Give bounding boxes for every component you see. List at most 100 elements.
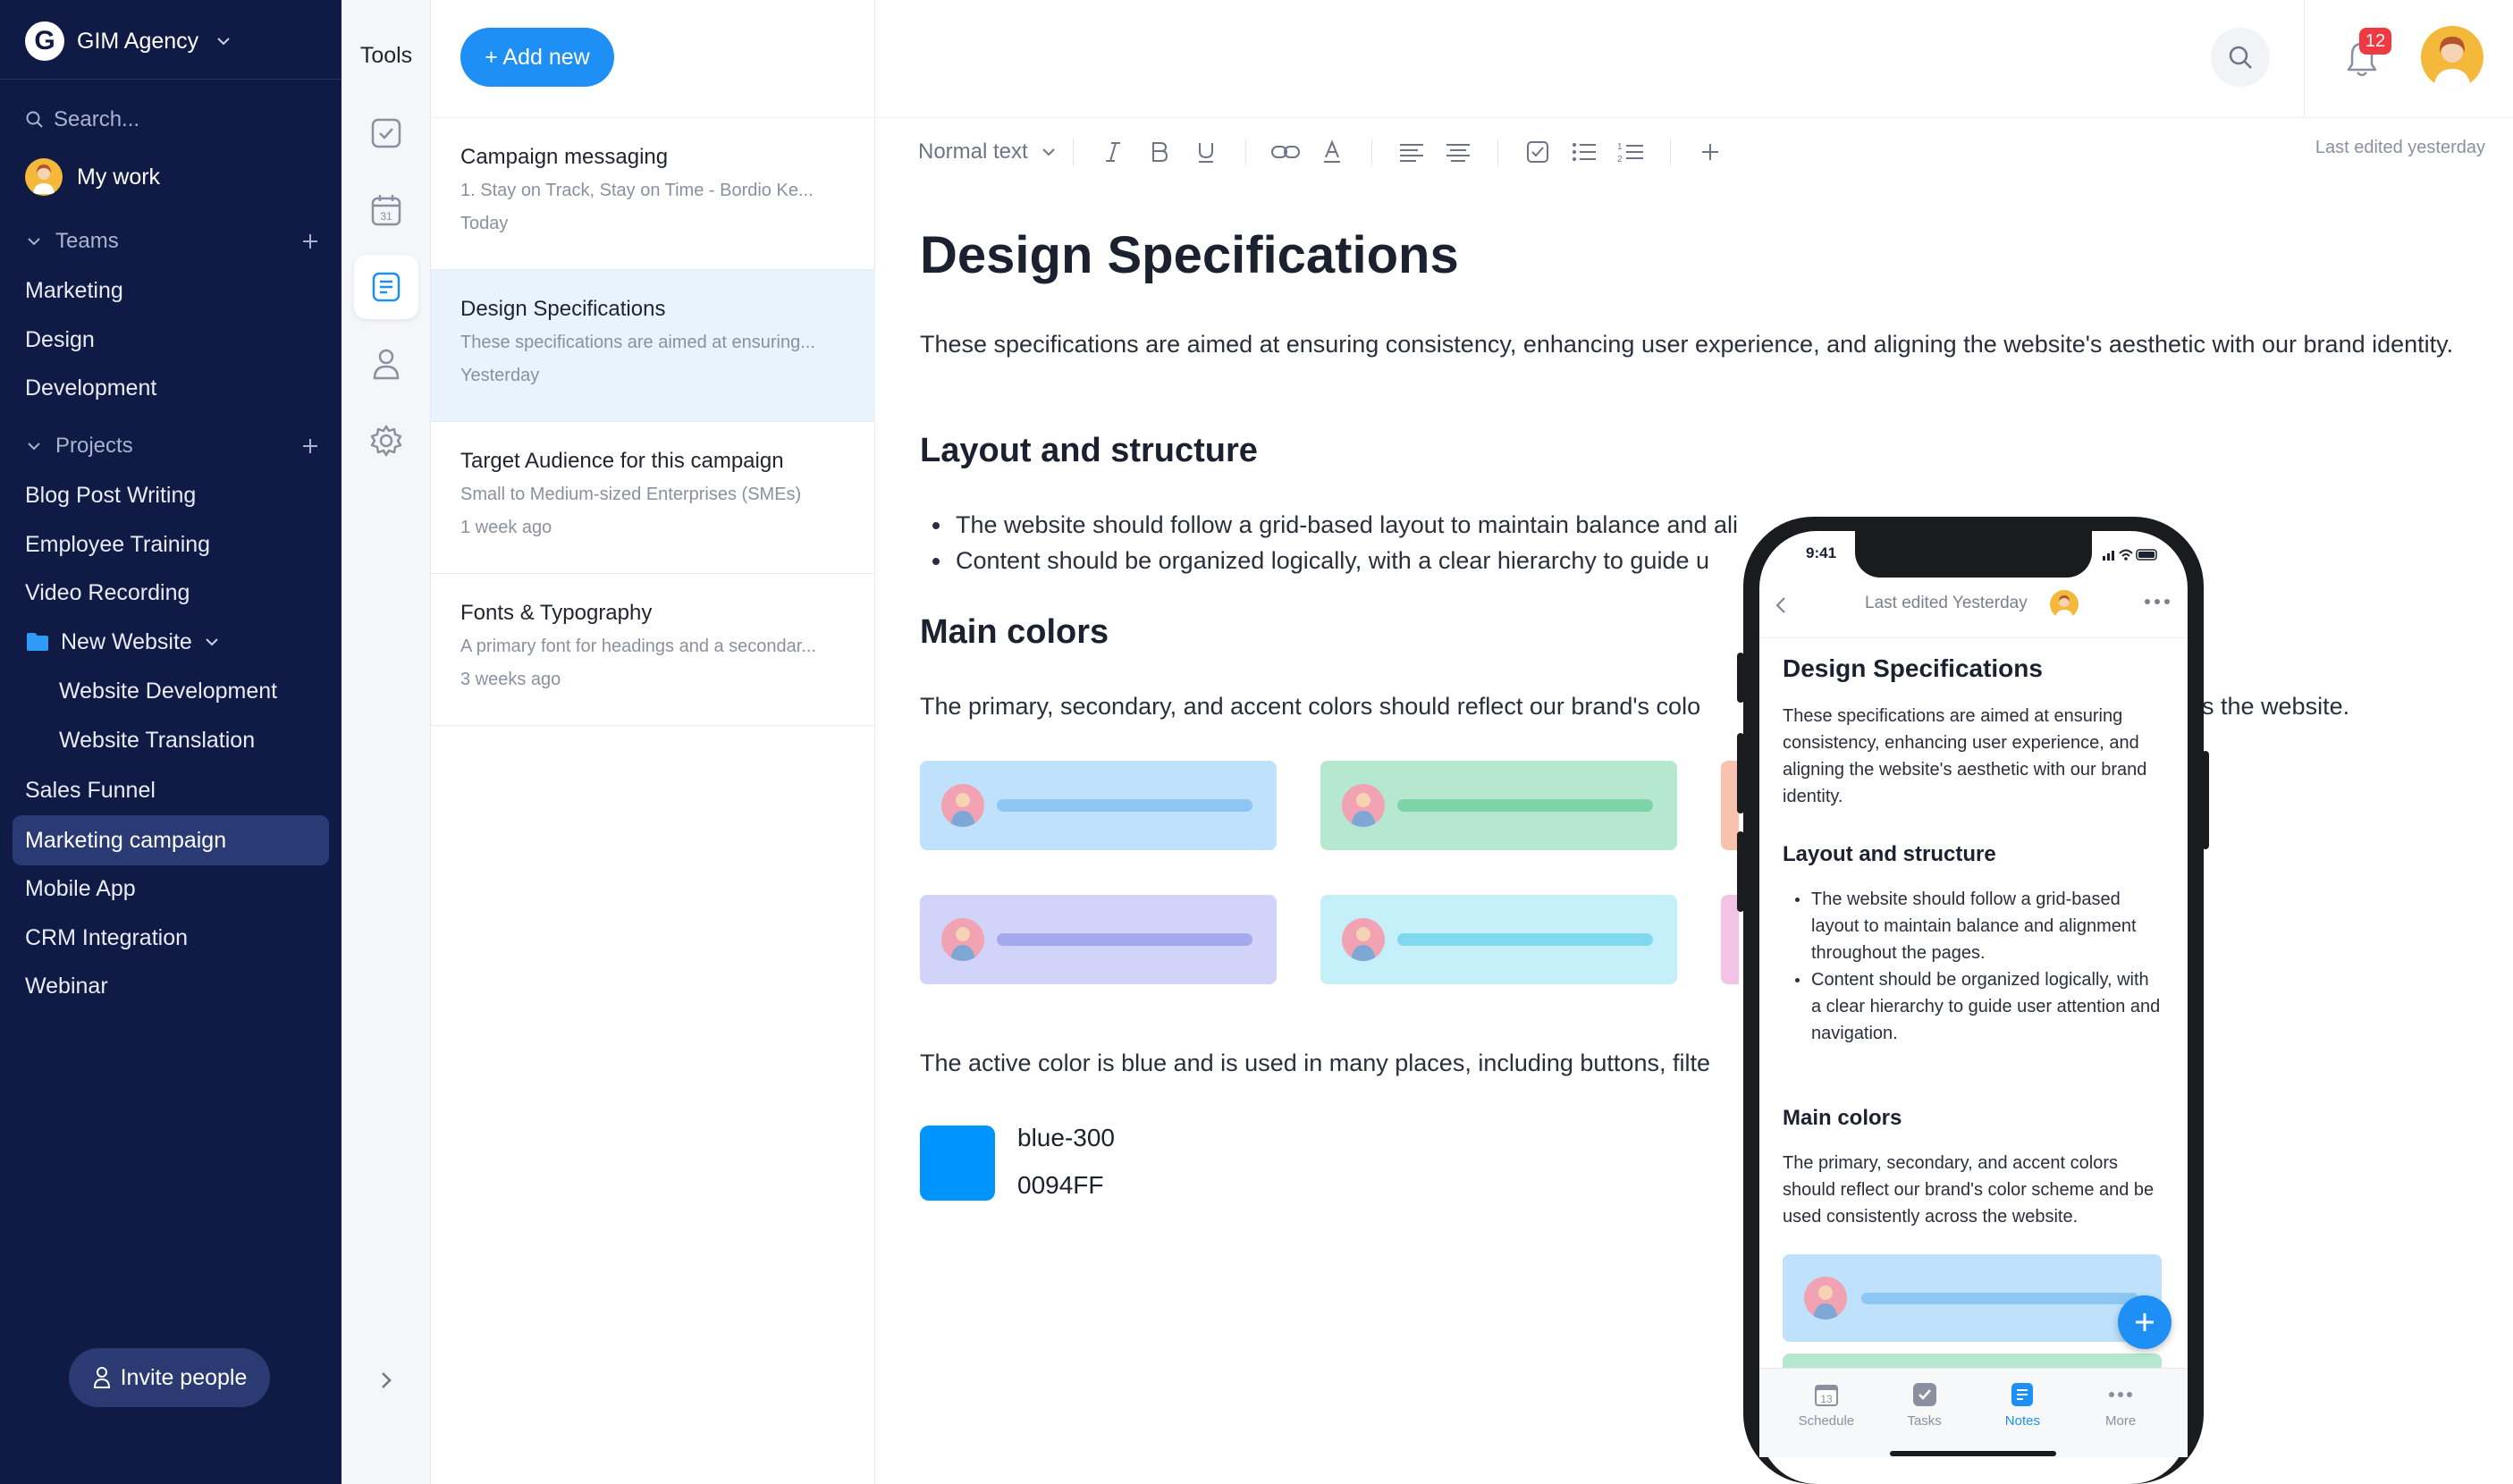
chevron-down-icon xyxy=(206,638,218,646)
underline-icon xyxy=(1198,143,1213,163)
numbered-list-button[interactable]: 12 xyxy=(1615,136,1647,168)
add-new-button[interactable]: + Add new xyxy=(460,28,614,87)
bullet-list[interactable]: The website should follow a grid-based l… xyxy=(920,507,1738,578)
note-item-selected[interactable]: Design Specifications These specificatio… xyxy=(431,270,875,422)
tasks-tool-button[interactable] xyxy=(354,101,418,165)
note-snippet: Small to Medium-sized Enterprises (SMEs) xyxy=(460,485,802,504)
text-color-button[interactable] xyxy=(1316,136,1348,168)
sidebar-item-video-recording[interactable]: Video Recording xyxy=(25,575,190,611)
chevron-left-icon xyxy=(1775,597,1785,613)
link-button[interactable] xyxy=(1269,136,1302,168)
chevron-down-icon xyxy=(28,238,40,246)
workspace-switcher[interactable]: G GIM Agency xyxy=(25,21,232,61)
notes-tool-button[interactable] xyxy=(354,255,418,319)
sidebar-item-sales-funnel[interactable]: Sales Funnel xyxy=(25,772,156,808)
align-left-button[interactable] xyxy=(1396,136,1428,168)
add-team-icon[interactable] xyxy=(300,232,320,251)
calendar-tool-button[interactable]: 31 xyxy=(354,178,418,242)
my-work-link[interactable]: My work xyxy=(25,157,160,197)
sidebar-search[interactable]: Search... xyxy=(25,104,139,136)
editor-toolbar: Normal text 12 xyxy=(918,134,1733,170)
note-item[interactable]: Campaign messaging 1. Stay on Track, Sta… xyxy=(431,118,875,270)
phone-last-edited: Last edited Yesterday xyxy=(1865,594,2028,612)
document-intro[interactable]: These specifications are aimed at ensuri… xyxy=(920,326,2458,362)
sidebar-item-employee-training[interactable]: Employee Training xyxy=(25,527,210,562)
heading-layout[interactable]: Layout and structure xyxy=(920,432,1258,470)
user-icon xyxy=(93,1367,110,1388)
chevron-down-icon xyxy=(28,443,40,451)
phone-intro: These specifications are aimed at ensuri… xyxy=(1783,706,2147,806)
sidebar-item-blog-post-writing[interactable]: Blog Post Writing xyxy=(25,477,196,513)
note-item[interactable]: Fonts & Typography A primary font for he… xyxy=(431,574,875,726)
tab-label: Tasks xyxy=(1907,1413,1942,1429)
colors-paragraph[interactable]: The primary, secondary, and accent color… xyxy=(920,688,1725,724)
swatch-bar xyxy=(997,799,1252,812)
phone-heading-layout: Layout and structure xyxy=(1783,842,1996,866)
notification-badge: 12 xyxy=(2359,28,2391,55)
swatch-bar xyxy=(1397,933,1653,946)
heading-colors[interactable]: Main colors xyxy=(920,613,1109,652)
swatch-bar xyxy=(1861,1292,2138,1304)
underline-button[interactable] xyxy=(1190,136,1222,168)
more-icon xyxy=(2109,1392,2133,1397)
checklist-button[interactable] xyxy=(1522,136,1554,168)
note-title: Target Audience for this campaign xyxy=(460,449,784,473)
note-item[interactable]: Target Audience for this campaign Small … xyxy=(431,422,875,574)
sidebar-item-marketing-campaign[interactable]: Marketing campaign xyxy=(13,815,329,865)
sidebar-item-marketing[interactable]: Marketing xyxy=(25,273,123,308)
global-search-button[interactable] xyxy=(2211,28,2270,87)
add-project-icon[interactable] xyxy=(300,436,320,456)
note-title: Design Specifications xyxy=(460,297,666,321)
active-color-paragraph[interactable]: The active color is blue and is used in … xyxy=(920,1045,1778,1081)
align-center-button[interactable] xyxy=(1442,136,1474,168)
sidebar-item-website-translation[interactable]: Website Translation xyxy=(59,722,255,758)
phone-color-swatch-blue xyxy=(1783,1254,2162,1342)
color-swatch-pink xyxy=(1721,895,1739,984)
divider xyxy=(875,117,2513,118)
tab-notes[interactable]: Notes xyxy=(1986,1381,2058,1457)
bullet-list-button[interactable] xyxy=(1568,136,1600,168)
plus-icon xyxy=(1701,144,1718,160)
sidebar-item-mobile-app[interactable]: Mobile App xyxy=(25,871,136,906)
tab-schedule[interactable]: 13 Schedule xyxy=(1791,1381,1862,1457)
divider xyxy=(1497,139,1498,165)
back-button[interactable] xyxy=(1772,593,1792,622)
folder-icon xyxy=(27,633,48,651)
sidebar-item-design[interactable]: Design xyxy=(25,322,95,358)
people-tool-button[interactable] xyxy=(354,332,418,396)
divider xyxy=(1370,139,1372,165)
tab-tasks[interactable]: Tasks xyxy=(1889,1381,1961,1457)
phone-add-button[interactable] xyxy=(2118,1295,2171,1349)
user-avatar[interactable] xyxy=(2421,26,2483,89)
insert-button[interactable] xyxy=(1694,136,1726,168)
avatar xyxy=(1342,918,1385,961)
text-style-dropdown[interactable]: Normal text xyxy=(918,139,1057,164)
calendar-icon: 13 xyxy=(1814,1385,1838,1406)
notes-icon xyxy=(372,272,401,302)
teams-header[interactable]: Teams xyxy=(25,225,320,257)
sidebar-item-webinar[interactable]: Webinar xyxy=(25,968,108,1004)
note-date: 1 week ago xyxy=(460,518,552,537)
italic-button[interactable] xyxy=(1097,136,1129,168)
sidebar-item-website-development[interactable]: Website Development xyxy=(59,673,277,709)
note-date: Yesterday xyxy=(460,366,540,385)
tab-more[interactable]: More xyxy=(2085,1381,2156,1457)
document-title[interactable]: Design Specifications xyxy=(920,225,1459,285)
expand-rail-button[interactable] xyxy=(377,1370,395,1395)
color-swatch-blue xyxy=(920,761,1277,850)
settings-tool-button[interactable] xyxy=(354,409,418,473)
more-options-button[interactable] xyxy=(2144,595,2171,611)
bold-button[interactable] xyxy=(1143,136,1176,168)
sidebar-item-new-website[interactable]: New Website xyxy=(25,624,221,660)
invite-people-button[interactable]: Invite people xyxy=(69,1348,270,1407)
sidebar-item-crm-integration[interactable]: CRM Integration xyxy=(25,920,188,956)
phone-notch xyxy=(1855,531,2092,578)
sidebar-item-development[interactable]: Development xyxy=(25,370,156,406)
note-title: Fonts & Typography xyxy=(460,601,653,625)
calendar-day-number: 13 xyxy=(1820,1393,1833,1405)
projects-header[interactable]: Projects xyxy=(25,430,320,462)
projects-label: Projects xyxy=(55,434,133,458)
note-snippet: A primary font for headings and a second… xyxy=(460,637,817,656)
home-indicator xyxy=(1890,1451,2056,1456)
last-edited-label: Last edited yesterday xyxy=(2315,138,2485,157)
